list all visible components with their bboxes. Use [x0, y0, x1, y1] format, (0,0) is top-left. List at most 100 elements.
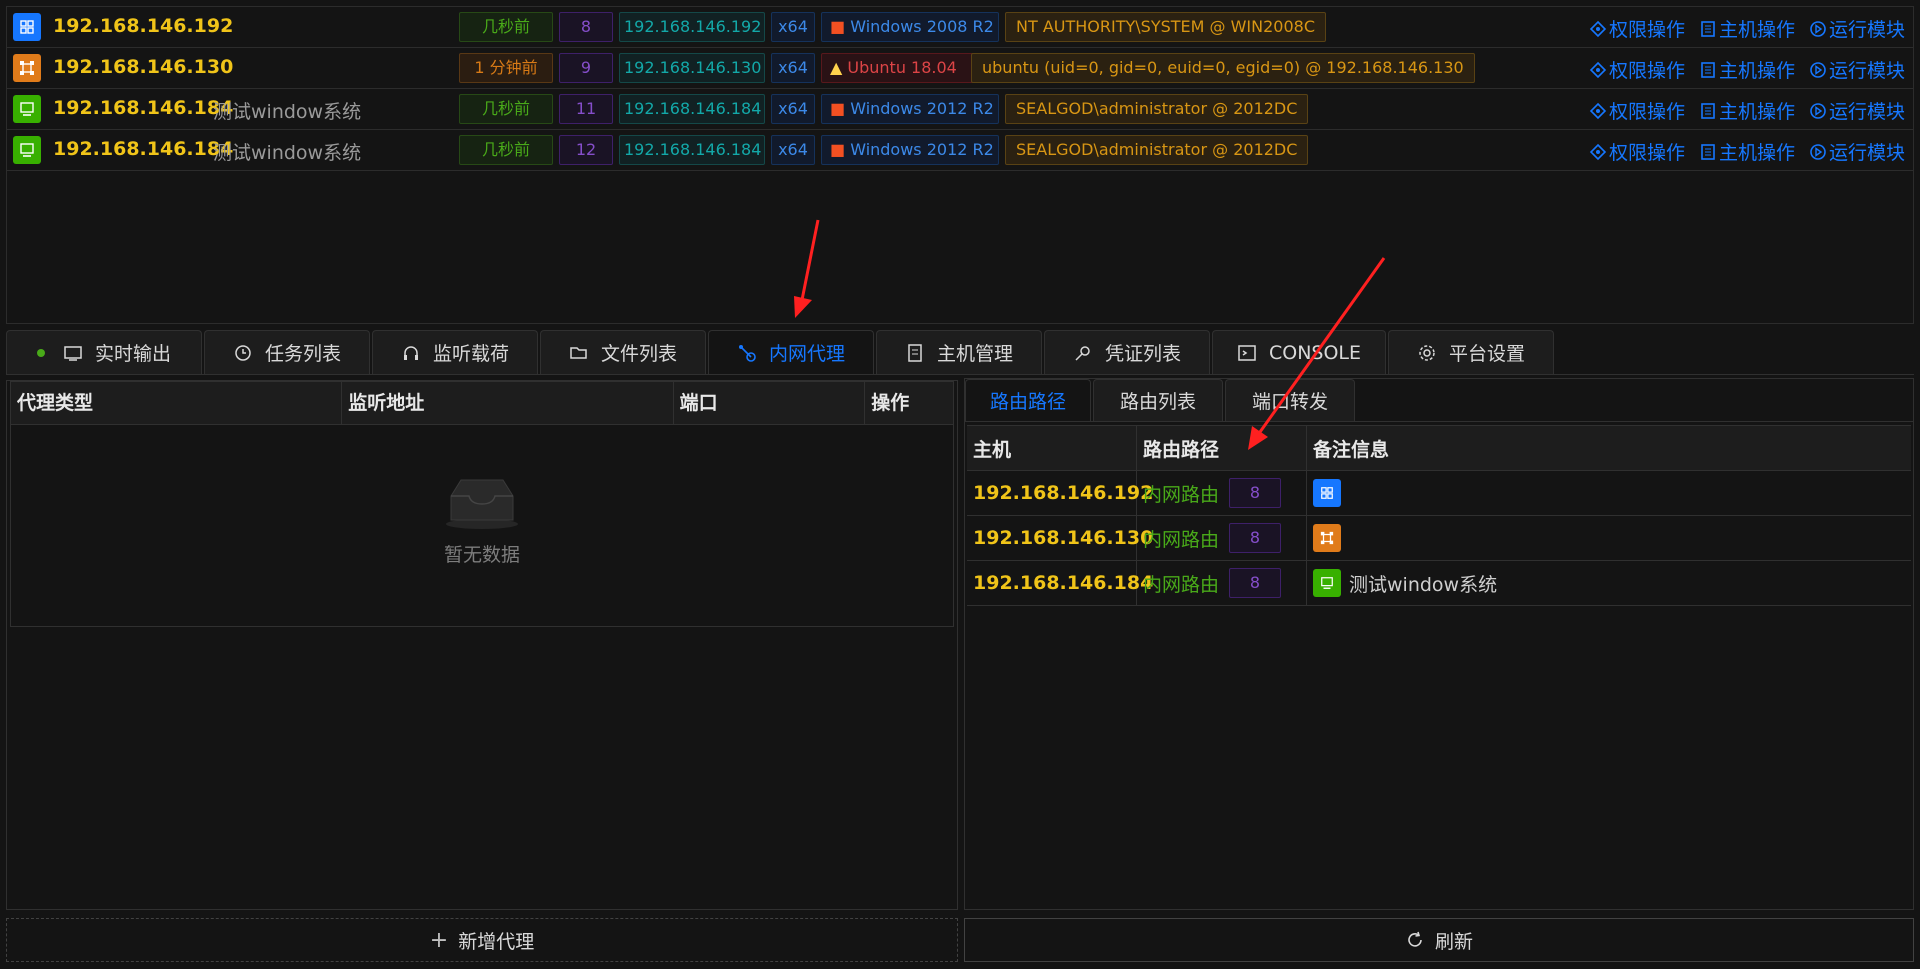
play-circle-icon — [1810, 143, 1826, 160]
privilege-op-label: 权限操作 — [1608, 60, 1685, 82]
computer-icon — [13, 95, 41, 123]
subtab-route-list[interactable]: 路由列表 — [1093, 379, 1223, 421]
tab-listener[interactable]: 监听载荷 — [372, 330, 538, 374]
document-icon — [1701, 143, 1715, 160]
host-op-label: 主机操作 — [1718, 60, 1795, 82]
tab-platform-settings[interactable]: 平台设置 — [1388, 330, 1554, 374]
session-ops: 权限操作 主机操作 运行模块 — [1589, 15, 1905, 42]
session-ip: 192.168.146.184 — [53, 138, 234, 160]
computer-icon — [1313, 569, 1341, 597]
subtab-port-forward[interactable]: 端口转发 — [1225, 379, 1355, 421]
windows-logo-icon: ■ — [830, 99, 846, 118]
route-id-tag: 8 — [1229, 478, 1282, 508]
session-arch-tag: x64 — [771, 94, 815, 124]
session-time-tag: 1 分钟前 — [459, 53, 553, 83]
host-op-button[interactable]: 主机操作 — [1699, 97, 1795, 124]
module-op-button[interactable]: 运行模块 — [1809, 97, 1905, 124]
tux-icon: ▲ — [830, 58, 843, 77]
session-note: 测试window系统 — [213, 101, 362, 123]
session-ip-tag: 192.168.146.192 — [619, 12, 765, 42]
table-row[interactable]: 192.168.146.184 内网路由 8 测试window系统 — [967, 561, 1911, 606]
target-icon — [1589, 20, 1607, 37]
privilege-op-button[interactable]: 权限操作 — [1589, 97, 1685, 124]
privilege-op-button[interactable]: 权限操作 — [1589, 56, 1685, 83]
host-op-button[interactable]: 主机操作 — [1699, 138, 1795, 165]
module-op-label: 运行模块 — [1828, 19, 1905, 41]
table-row[interactable]: 192.168.146.130 内网路由 8 — [967, 516, 1911, 561]
session-time-tag: 几秒前 — [459, 94, 553, 124]
tab-label: CONSOLE — [1268, 341, 1362, 364]
target-icon — [1589, 143, 1607, 160]
privilege-op-button[interactable]: 权限操作 — [1589, 138, 1685, 165]
refresh-button[interactable]: 刷新 — [964, 918, 1914, 962]
privilege-op-label: 权限操作 — [1608, 101, 1685, 123]
session-id-tag: 8 — [559, 12, 613, 42]
session-os-tag: ■ Windows 2012 R2 — [821, 94, 999, 124]
tab-intranet-proxy[interactable]: 内网代理 — [708, 330, 874, 374]
session-os-label: Windows 2012 R2 — [850, 140, 994, 159]
tab-task-list[interactable]: 任务列表 — [204, 330, 370, 374]
table-row[interactable]: 192.168.146.192 内网路由 8 — [967, 471, 1911, 516]
session-id-tag: 9 — [559, 53, 613, 83]
session-row[interactable]: 192.168.146.192 几秒前 8 192.168.146.192 x6… — [7, 7, 1913, 48]
session-ip-tag: 192.168.146.184 — [619, 135, 765, 165]
session-ip: 192.168.146.184 — [53, 97, 234, 119]
windows-icon — [1313, 479, 1341, 507]
plus-icon: + — [429, 927, 449, 953]
route-panel: 路由路径 路由列表 端口转发 主机 路由路径 备注信息 192.168.146.… — [964, 378, 1914, 910]
play-circle-icon — [1810, 102, 1826, 119]
tab-realtime-output[interactable]: 实时输出 — [6, 330, 202, 374]
privilege-op-button[interactable]: 权限操作 — [1589, 15, 1685, 42]
add-proxy-button[interactable]: + 新增代理 — [6, 918, 958, 962]
column-header: 监听地址 — [342, 382, 674, 424]
session-os-label: Windows 2012 R2 — [850, 99, 994, 118]
privilege-op-label: 权限操作 — [1608, 142, 1685, 164]
route-path: 内网路由 — [1143, 528, 1220, 551]
session-time-tag: 几秒前 — [459, 12, 553, 42]
key-icon — [1075, 345, 1090, 361]
proxy-panel: 代理类型 监听地址 端口 操作 暂无数据 — [6, 380, 958, 910]
tab-console[interactable]: CONSOLE — [1212, 330, 1386, 374]
module-op-button[interactable]: 运行模块 — [1809, 56, 1905, 83]
session-user-tag: SEALGOD\administrator @ 2012DC — [1005, 94, 1309, 124]
session-user-tag: NT AUTHORITY\SYSTEM @ WIN2008C — [1005, 12, 1326, 42]
tab-credential-list[interactable]: 凭证列表 — [1044, 330, 1210, 374]
session-time-tag: 几秒前 — [459, 135, 553, 165]
module-op-button[interactable]: 运行模块 — [1809, 138, 1905, 165]
session-ip: 192.168.146.192 — [53, 15, 234, 37]
subtab-route-path[interactable]: 路由路径 — [965, 379, 1091, 421]
add-proxy-label: 新增代理 — [458, 930, 535, 953]
tab-label: 文件列表 — [600, 343, 677, 365]
module-op-button[interactable]: 运行模块 — [1809, 15, 1905, 42]
document-icon — [1701, 61, 1715, 78]
route-table: 主机 路由路径 备注信息 192.168.146.192 内网路由 8 192.1… — [967, 425, 1911, 606]
route-host: 192.168.146.192 — [973, 482, 1154, 504]
terminal-icon — [1238, 344, 1256, 361]
session-row[interactable]: 192.168.146.130 1 分钟前 9 192.168.146.130 … — [7, 48, 1913, 89]
session-row[interactable]: 192.168.146.184 测试window系统 几秒前 11 192.16… — [7, 89, 1913, 130]
refresh-label: 刷新 — [1434, 930, 1473, 953]
linux-icon — [1313, 524, 1341, 552]
host-op-button[interactable]: 主机操作 — [1699, 15, 1795, 42]
session-ip-tag: 192.168.146.184 — [619, 94, 765, 124]
session-user-tag: ubuntu (uid=0, gid=0, euid=0, egid=0) @ … — [971, 53, 1475, 83]
column-header: 路由路径 — [1137, 426, 1307, 470]
host-op-label: 主机操作 — [1718, 142, 1795, 164]
module-op-label: 运行模块 — [1828, 142, 1905, 164]
tab-label: 内网代理 — [768, 343, 845, 365]
tab-host-management[interactable]: 主机管理 — [876, 330, 1042, 374]
session-row[interactable]: 192.168.146.184 测试window系统 几秒前 12 192.16… — [7, 130, 1913, 171]
host-op-button[interactable]: 主机操作 — [1699, 56, 1795, 83]
route-note: 测试window系统 — [1349, 573, 1498, 596]
session-arch-tag: x64 — [771, 53, 815, 83]
session-ip-tag: 192.168.146.130 — [619, 53, 765, 83]
session-id-tag: 11 — [559, 94, 613, 124]
session-arch-tag: x64 — [771, 135, 815, 165]
session-ops: 权限操作 主机操作 运行模块 — [1589, 138, 1905, 165]
route-path: 内网路由 — [1143, 573, 1220, 596]
windows-logo-icon: ■ — [830, 17, 846, 36]
empty-text: 暂无数据 — [443, 544, 520, 566]
session-ops: 权限操作 主机操作 运行模块 — [1589, 56, 1905, 83]
tab-file-list[interactable]: 文件列表 — [540, 330, 706, 374]
tab-label: 凭证列表 — [1104, 343, 1181, 365]
